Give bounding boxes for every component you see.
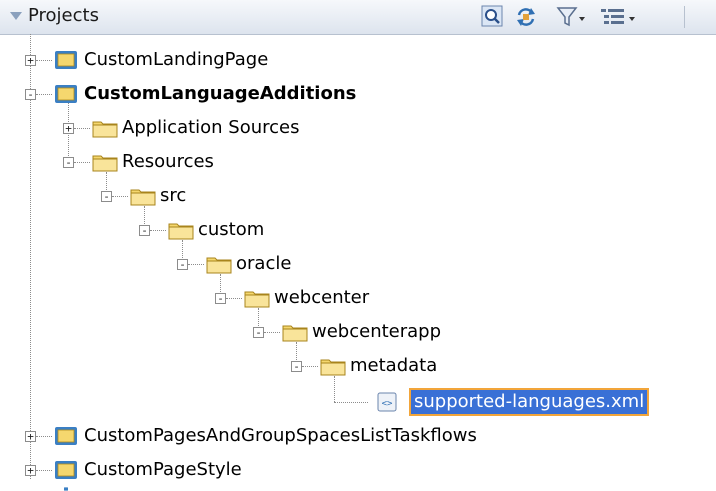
expand-toggle-icon[interactable]: + bbox=[25, 465, 36, 476]
tree-node-label: CustomPageStyle bbox=[84, 459, 242, 480]
tree-node-project[interactable]: + CustomLandingPage bbox=[0, 45, 716, 75]
expand-toggle-icon[interactable]: + bbox=[25, 431, 36, 442]
expand-toggle-icon[interactable]: + bbox=[63, 123, 74, 134]
tree-node-label-selected: supported-languages.xml bbox=[408, 388, 650, 416]
sync-icon[interactable] bbox=[514, 5, 538, 29]
tree-node-file[interactable]: <> supported-languages.xml bbox=[0, 387, 716, 417]
folder-icon bbox=[244, 291, 270, 308]
project-icon bbox=[55, 427, 77, 445]
project-icon bbox=[64, 487, 68, 491]
tree-node-label: Resources bbox=[122, 151, 214, 172]
toolbar-separator bbox=[684, 6, 685, 28]
project-icon bbox=[55, 461, 77, 479]
project-icon bbox=[55, 85, 77, 103]
projects-tree: + CustomLandingPage - CustomLanguageAddi… bbox=[0, 34, 716, 491]
collapse-toggle-icon[interactable]: - bbox=[139, 225, 150, 236]
tree-node-label: webcenter bbox=[274, 287, 370, 308]
tree-guide bbox=[74, 128, 90, 129]
tree-node-label: src bbox=[160, 185, 187, 206]
projects-panel-header: Projects bbox=[0, 0, 716, 35]
tree-guide bbox=[36, 470, 52, 471]
tree-guide bbox=[36, 94, 52, 95]
collapse-toggle-icon[interactable]: - bbox=[177, 259, 188, 270]
tree-node-folder[interactable]: - Resources bbox=[0, 147, 716, 177]
search-icon[interactable] bbox=[481, 5, 503, 27]
filter-icon[interactable] bbox=[556, 5, 586, 29]
tree-node-project[interactable]: + CustomPageStyle bbox=[0, 455, 716, 485]
collapse-toggle-icon[interactable]: - bbox=[63, 157, 74, 168]
folder-icon bbox=[92, 121, 118, 138]
tree-node-label: webcenterapp bbox=[312, 321, 442, 342]
tree-node-label: oracle bbox=[236, 253, 292, 274]
collapse-toggle-icon[interactable]: - bbox=[101, 191, 112, 202]
tree-guide bbox=[112, 196, 128, 197]
tree-guide bbox=[36, 60, 52, 61]
collapse-toggle-icon[interactable]: - bbox=[25, 89, 36, 100]
collapse-toggle-icon[interactable]: - bbox=[215, 293, 226, 304]
tree-node-label: Application Sources bbox=[122, 117, 300, 138]
collapse-toggle-icon[interactable]: - bbox=[291, 361, 302, 372]
view-options-icon[interactable] bbox=[598, 5, 638, 29]
tree-node-folder[interactable]: - webcenterapp bbox=[0, 317, 716, 347]
panel-title: Projects bbox=[28, 5, 99, 26]
tree-node-label: metadata bbox=[350, 355, 438, 376]
tree-node-folder[interactable]: - webcenter bbox=[0, 283, 716, 313]
folder-icon bbox=[92, 155, 118, 172]
tree-guide bbox=[264, 332, 280, 333]
tree-guide bbox=[302, 366, 318, 367]
collapse-toggle-icon[interactable]: - bbox=[253, 327, 264, 338]
folder-icon bbox=[168, 223, 194, 240]
tree-node-label: CustomPagesAndGroupSpacesListTaskflows bbox=[84, 425, 477, 446]
tree-node-folder[interactable]: - custom bbox=[0, 215, 716, 245]
tree-node-label: CustomLandingPage bbox=[84, 49, 269, 70]
tree-guide bbox=[74, 162, 90, 163]
tree-node-project[interactable]: - CustomLanguageAdditions bbox=[0, 79, 716, 109]
folder-icon bbox=[206, 257, 232, 274]
tree-node-label: CustomLanguageAdditions bbox=[84, 83, 357, 104]
tree-guide bbox=[36, 436, 52, 437]
folder-icon bbox=[320, 359, 346, 376]
project-icon bbox=[55, 51, 77, 69]
collapse-panel-icon[interactable] bbox=[10, 12, 22, 20]
tree-guide bbox=[150, 230, 166, 231]
folder-icon bbox=[282, 325, 308, 342]
tree-node-project[interactable]: + CustomPagesAndGroupSpacesListTaskflows bbox=[0, 421, 716, 451]
xml-file-icon: <> bbox=[377, 392, 397, 412]
tree-node-folder[interactable]: - oracle bbox=[0, 249, 716, 279]
folder-icon bbox=[130, 189, 156, 206]
tree-node-label: custom bbox=[198, 219, 265, 240]
expand-toggle-icon[interactable]: + bbox=[25, 55, 36, 66]
tree-guide bbox=[188, 264, 204, 265]
svg-text:<>: <> bbox=[382, 399, 393, 409]
tree-node-folder[interactable]: + Application Sources bbox=[0, 113, 716, 143]
tree-node-folder[interactable]: - src bbox=[0, 181, 716, 211]
tree-guide bbox=[226, 298, 242, 299]
tree-node-folder[interactable]: - metadata bbox=[0, 351, 716, 381]
